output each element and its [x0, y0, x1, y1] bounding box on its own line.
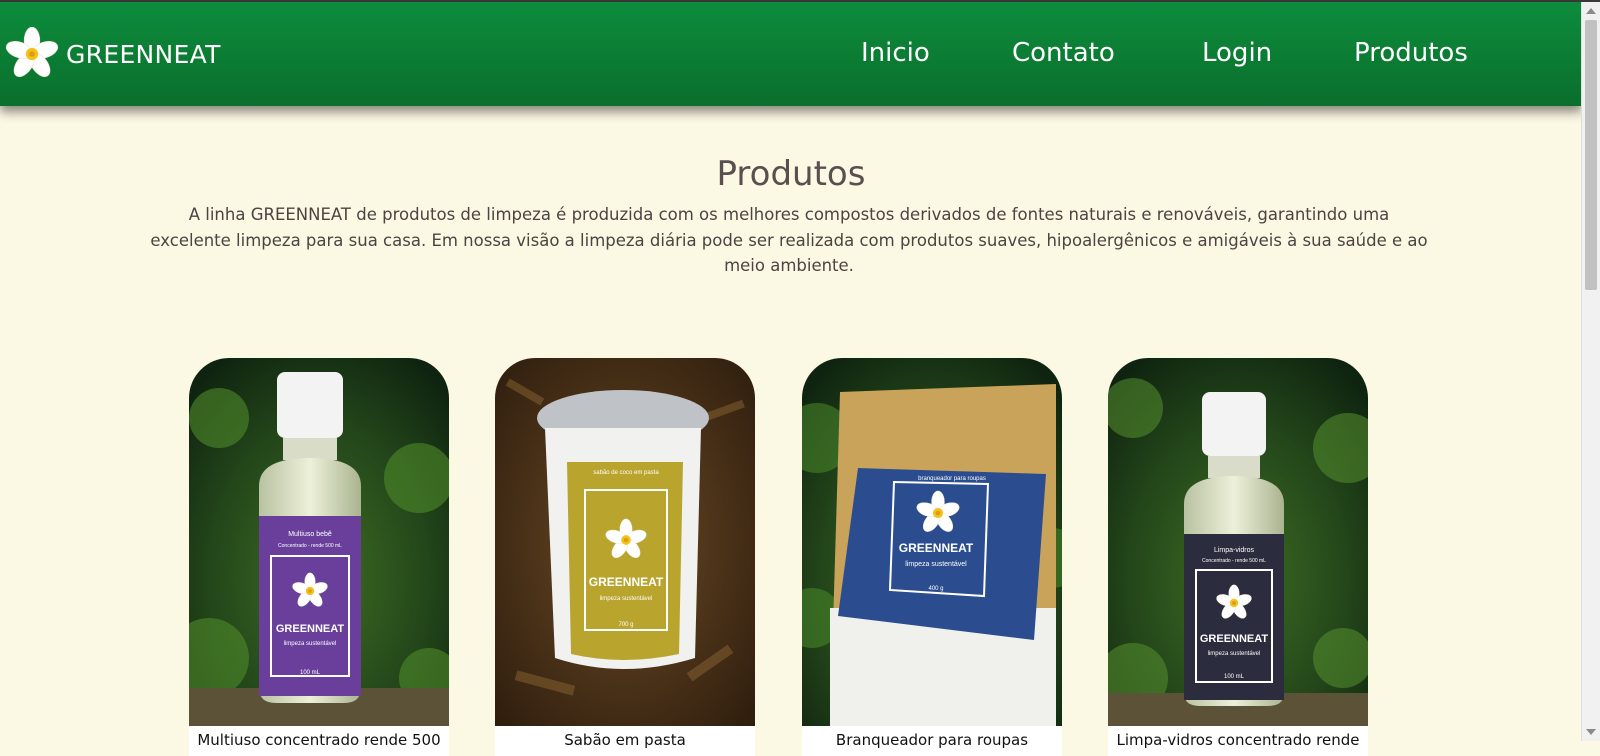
product-image[interactable]: Limpa-vidros Concentrado - rende 500 mL …: [1108, 358, 1368, 726]
product-card[interactable]: sabão de coco em pasta GREENNEAT limpeza…: [495, 358, 755, 756]
intro-paragraph: A linha GREENNEAT de produtos de limpeza…: [150, 205, 1428, 275]
product-image[interactable]: Multiuso bebê Concentrado - rende 500 mL…: [189, 358, 449, 726]
tub-label-title: sabão de coco em pasta: [593, 470, 659, 476]
vertical-scrollbar[interactable]: [1581, 2, 1600, 741]
product-caption[interactable]: Sabão em pasta: [495, 726, 755, 756]
plumeria-flower-icon: [4, 25, 60, 83]
pouch-label-volume: 400 g: [928, 586, 943, 592]
nav-link-login[interactable]: Login: [1202, 38, 1272, 68]
nav-link-produtos[interactable]: Produtos: [1354, 38, 1468, 68]
bottle-label-title: Multiuso bebê: [288, 531, 332, 538]
bottle-label-subtitle: Concentrado - rende 500 mL: [1202, 558, 1266, 564]
scroll-up-arrow-icon[interactable]: [1586, 8, 1596, 14]
product-card[interactable]: Limpa-vidros Concentrado - rende 500 mL …: [1108, 358, 1368, 756]
brand-name: GREENNEAT: [66, 39, 221, 69]
pouch-label-brand: GREENNEAT: [899, 541, 974, 555]
page-title: Produtos: [716, 154, 866, 194]
scroll-down-arrow-icon[interactable]: [1586, 729, 1596, 735]
bottle-label-brand: GREENNEAT: [276, 623, 345, 635]
product-image[interactable]: sabão de coco em pasta GREENNEAT limpeza…: [495, 358, 755, 726]
bottle-label-volume: 100 mL: [300, 670, 321, 676]
product-caption[interactable]: Limpa-vidros concentrado rende: [1108, 726, 1368, 756]
tub-label-volume: 700 g: [618, 622, 633, 628]
tub-label-brand: GREENNEAT: [589, 575, 664, 589]
bottle-label-tagline: limpeza sustentável: [1208, 651, 1261, 657]
product-caption[interactable]: Branqueador para roupas: [802, 726, 1062, 756]
product-caption[interactable]: Multiuso concentrado rende 500: [189, 726, 449, 756]
bottle-label-tagline: limpeza sustentável: [284, 641, 337, 647]
product-card[interactable]: branqueador para roupas GREENNEAT limpez…: [802, 358, 1062, 756]
navbar: GREENNEAT Inicio Contato Login Produtos: [0, 2, 1582, 106]
bottle-label-subtitle: Concentrado - rende 500 mL: [278, 543, 342, 549]
product-image[interactable]: branqueador para roupas GREENNEAT limpez…: [802, 358, 1062, 726]
bottle-label-title: Limpa-vidros: [1214, 547, 1255, 554]
scrollbar-thumb[interactable]: [1585, 20, 1597, 290]
nav-link-inicio[interactable]: Inicio: [861, 38, 930, 68]
brand-link[interactable]: GREENNEAT: [4, 24, 221, 84]
tub-label-tagline: limpeza sustentável: [600, 596, 653, 602]
pouch-label-title: branqueador para roupas: [918, 476, 986, 482]
product-card[interactable]: Multiuso bebê Concentrado - rende 500 mL…: [189, 358, 449, 756]
bottle-label-brand: GREENNEAT: [1200, 633, 1269, 645]
bottle-label-volume: 100 mL: [1224, 674, 1245, 680]
nav-link-contato[interactable]: Contato: [1012, 38, 1115, 68]
pouch-label-tagline: limpeza sustentável: [905, 561, 967, 568]
